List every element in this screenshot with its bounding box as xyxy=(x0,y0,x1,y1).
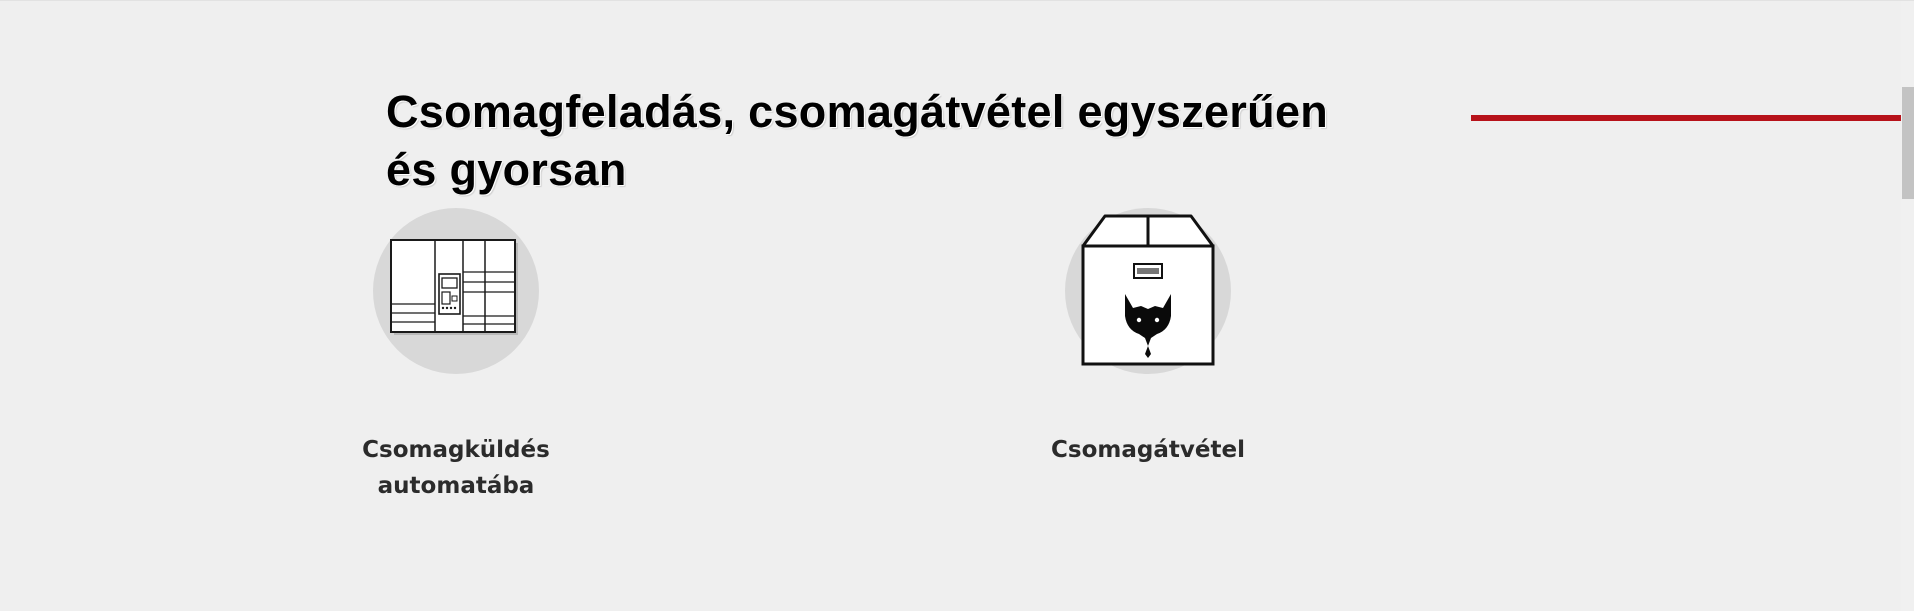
page-title: Csomagfeladás, csomagátvétel egyszerűen … xyxy=(386,83,1446,199)
service-send-to-locker[interactable]: Csomagküldés automatába xyxy=(346,208,566,504)
title-accent-line xyxy=(1471,115,1901,121)
page-title-line-1: Csomagfeladás, csomagátvétel egyszerűen xyxy=(386,86,1329,137)
parcel-box-fox-icon xyxy=(1065,208,1231,374)
service-parcel-pickup[interactable]: Csomagátvétel xyxy=(1036,208,1260,468)
service-label-send-to-locker[interactable]: Csomagküldés automatába xyxy=(356,432,556,504)
parcel-locker-graphic xyxy=(390,239,518,335)
service-label-parcel-pickup[interactable]: Csomagátvétel xyxy=(1036,432,1260,468)
scrollbar-thumb[interactable] xyxy=(1902,87,1914,199)
parcel-box-graphic xyxy=(1081,214,1215,366)
vertical-scrollbar[interactable] xyxy=(1901,1,1914,611)
page-title-line-2: és gyorsan xyxy=(386,144,627,195)
parcel-locker-icon xyxy=(373,208,539,374)
page: Csomagfeladás, csomagátvétel egyszerűen … xyxy=(0,0,1914,611)
